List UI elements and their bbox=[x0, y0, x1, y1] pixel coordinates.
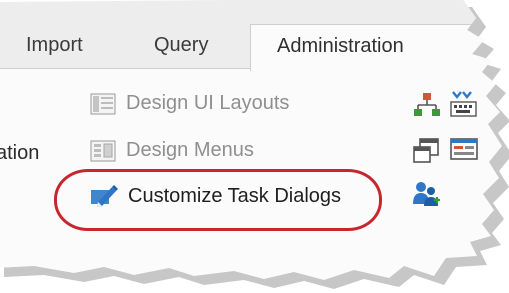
users-icon[interactable] bbox=[412, 180, 442, 208]
design-ui-layouts-label: Design UI Layouts bbox=[126, 92, 290, 114]
tab-query[interactable]: Query bbox=[154, 34, 208, 57]
design-menus-label: Design Menus bbox=[126, 139, 254, 161]
layout-icon bbox=[90, 93, 116, 114]
highlight-ring bbox=[54, 169, 382, 231]
org-chart-icon[interactable] bbox=[414, 92, 440, 118]
window-copy-icon[interactable] bbox=[412, 137, 440, 165]
torn-screenshot: Import Query Administration ation Design… bbox=[0, 0, 502, 280]
tab-import[interactable]: Import bbox=[26, 34, 83, 57]
keyboard-icon[interactable] bbox=[449, 90, 477, 118]
form-icon[interactable] bbox=[449, 137, 479, 165]
partial-ribbon-label: ation bbox=[0, 142, 40, 164]
design-menus-button[interactable]: Design Menus bbox=[90, 139, 254, 162]
tab-administration-label: Administration bbox=[277, 35, 404, 57]
menu-icon bbox=[90, 140, 116, 161]
ribbon-tab-strip: Import Query Administration bbox=[0, 0, 502, 71]
design-ui-layouts-button[interactable]: Design UI Layouts bbox=[90, 92, 289, 115]
tab-administration[interactable]: Administration bbox=[250, 24, 492, 71]
